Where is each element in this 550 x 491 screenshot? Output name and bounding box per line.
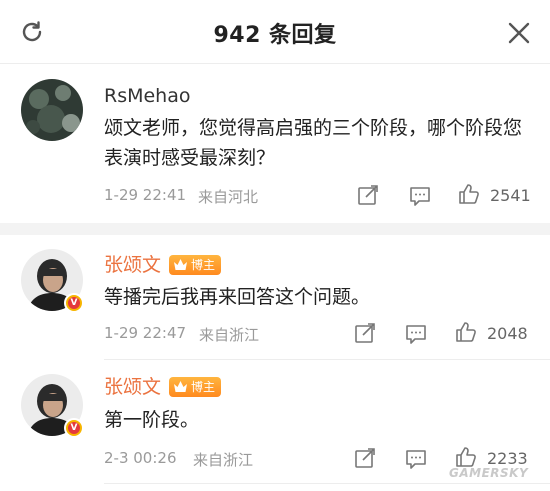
blogger-badge: 博主 bbox=[169, 377, 222, 397]
share-icon[interactable] bbox=[354, 322, 376, 344]
like-icon[interactable] bbox=[455, 446, 477, 468]
verified-v-icon: V bbox=[64, 293, 84, 313]
comment-location: 来自浙江 bbox=[199, 326, 260, 344]
like-count: 2541 bbox=[490, 186, 531, 205]
comment-time: 1-29 22:47 bbox=[104, 324, 187, 342]
crown-icon bbox=[174, 259, 187, 270]
comment-location: 来自浙江 bbox=[193, 451, 254, 469]
like-count: 2048 bbox=[487, 324, 528, 343]
comment-time: 2-3 00:26 bbox=[104, 449, 177, 467]
verified-v-icon: V bbox=[64, 418, 84, 438]
avatar[interactable] bbox=[21, 79, 83, 141]
comment-icon[interactable] bbox=[405, 323, 427, 345]
section-separator bbox=[0, 223, 550, 235]
comment-text: 等播完后我再来回答这个问题。 bbox=[104, 286, 371, 308]
comment-author[interactable]: RsMehao bbox=[104, 85, 191, 107]
watermark: GAMERSKY bbox=[449, 466, 529, 480]
comment-text: 第一阶段。 bbox=[104, 409, 200, 431]
comment-author[interactable]: 张颂文 bbox=[104, 254, 161, 276]
reply-comment: V 张颂文 博主 等播完后我再来回答这个问题。 1-29 22:47 来自浙江 … bbox=[0, 235, 550, 360]
comment-author[interactable]: 张颂文 bbox=[104, 376, 161, 398]
blogger-badge: 博主 bbox=[169, 255, 222, 275]
reply-comment: V 张颂文 博主 第一阶段。 2-3 00:26 来自浙江 2233 bbox=[0, 360, 550, 480]
like-icon[interactable] bbox=[455, 321, 477, 343]
blogger-badge-label: 博主 bbox=[191, 258, 216, 272]
comment-time: 1-29 22:41 bbox=[104, 186, 187, 204]
comment-divider bbox=[104, 483, 550, 484]
reply-header: 942 条回复 bbox=[0, 0, 550, 64]
blogger-badge-label: 博主 bbox=[191, 380, 216, 394]
close-icon[interactable] bbox=[506, 20, 532, 46]
comment-location: 来自河北 bbox=[198, 188, 259, 206]
share-icon[interactable] bbox=[357, 184, 379, 206]
crown-icon bbox=[174, 381, 187, 392]
comment-text: 颂文老师，您觉得高启强的三个阶段，哪个阶段您表演时感受最深刻？ bbox=[104, 117, 523, 169]
like-icon[interactable] bbox=[458, 183, 480, 205]
comment-icon[interactable] bbox=[409, 185, 431, 207]
original-comment: RsMehao 颂文老师，您觉得高启强的三个阶段，哪个阶段您表演时感受最深刻？ … bbox=[0, 65, 550, 223]
comment-icon[interactable] bbox=[405, 448, 427, 470]
share-icon[interactable] bbox=[354, 447, 376, 469]
reply-count-title: 942 条回复 bbox=[213, 23, 337, 48]
